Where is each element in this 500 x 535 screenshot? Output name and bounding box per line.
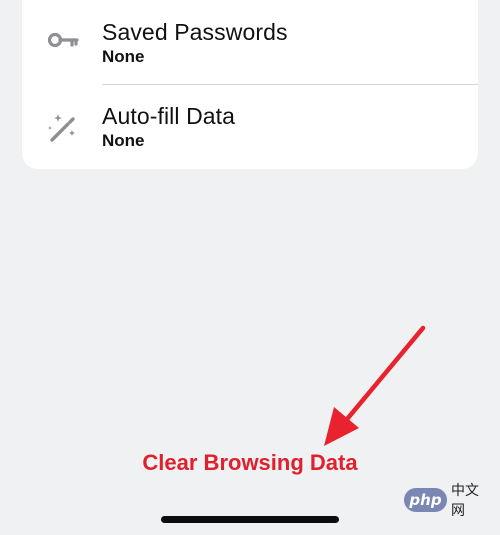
magic-wand-icon bbox=[46, 110, 80, 144]
clear-browsing-data-button[interactable]: Clear Browsing Data bbox=[0, 450, 500, 476]
settings-card: Saved Passwords None Auto-fill Data None bbox=[22, 0, 478, 169]
auto-fill-data-label: Auto-fill Data bbox=[102, 103, 236, 129]
saved-passwords-value: None bbox=[102, 47, 145, 66]
key-icon bbox=[46, 26, 80, 60]
watermark-text: 中文网 bbox=[450, 483, 479, 519]
auto-fill-data-value: None bbox=[102, 131, 145, 150]
watermark: php 中文网 bbox=[404, 483, 492, 519]
home-indicator[interactable] bbox=[161, 516, 339, 523]
saved-passwords-label: Saved Passwords bbox=[102, 19, 288, 45]
row-auto-fill-data[interactable]: Auto-fill Data None bbox=[22, 84, 478, 168]
row-saved-passwords[interactable]: Saved Passwords None bbox=[22, 0, 478, 85]
watermark-logo: php bbox=[404, 488, 447, 512]
